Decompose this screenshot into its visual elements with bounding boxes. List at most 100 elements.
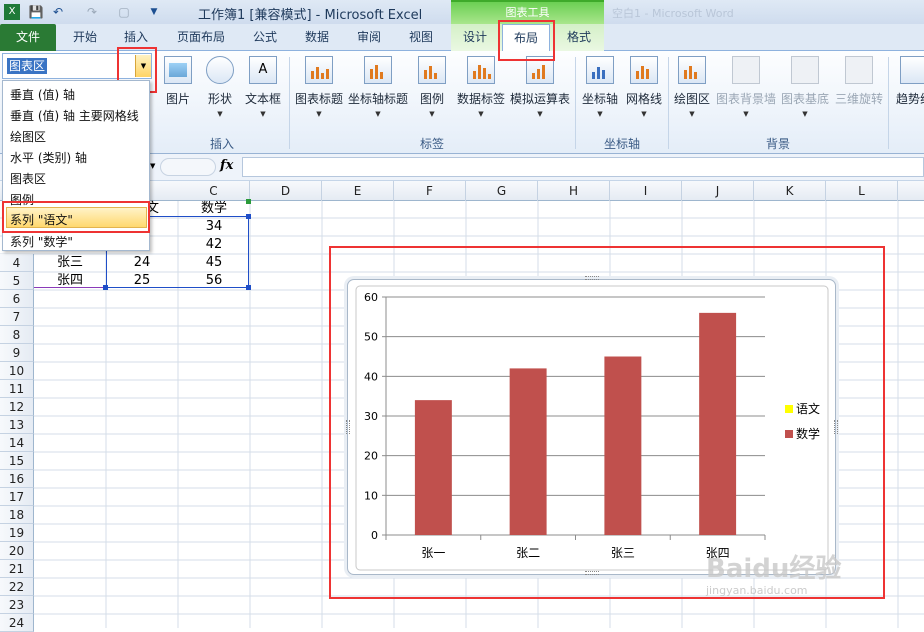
tab-page-layout[interactable]: 页面布局 [168, 24, 234, 51]
row-header-23[interactable]: 23 [0, 596, 34, 614]
row-header-16[interactable]: 16 [0, 470, 34, 488]
textbox-icon: A [249, 56, 277, 84]
plot-area-icon [678, 56, 706, 84]
chevron-down-icon: ▼ [260, 110, 266, 118]
textbox-button[interactable]: A 文本框 ▼ [242, 56, 284, 118]
gridlines-button[interactable]: 网格线 ▼ [624, 56, 664, 118]
axis-title-icon [364, 56, 392, 84]
row-header-11[interactable]: 11 [0, 380, 34, 398]
highlight-chart [329, 246, 885, 599]
menu-item-vertical-gridlines[interactable]: 垂直 (值) 轴 主要网格线 [10, 107, 139, 124]
3d-rotation-button[interactable]: 三维旋转 [834, 56, 884, 107]
row-header-8[interactable]: 8 [0, 326, 34, 344]
chevron-down-icon: ▼ [429, 110, 435, 118]
column-header-f[interactable]: F [394, 181, 466, 201]
clipboard-icon[interactable]: ▢ [116, 4, 132, 20]
namebox-dropdown-icon[interactable]: ▼ [150, 162, 155, 170]
shapes-icon [206, 56, 234, 84]
column-header-k[interactable]: K [754, 181, 826, 201]
function-icon[interactable]: fx [220, 158, 233, 173]
row-header-13[interactable]: 13 [0, 416, 34, 434]
data-labels-icon [467, 56, 495, 84]
column-header-l[interactable]: L [826, 181, 898, 201]
highlight-layout-tab [498, 20, 555, 61]
menu-item-chart-area[interactable]: 图表区 [10, 170, 46, 187]
row-header-9[interactable]: 9 [0, 344, 34, 362]
shapes-button[interactable]: 形状 ▼ [202, 56, 238, 118]
column-header-c[interactable]: C [178, 181, 250, 201]
group-divider [888, 57, 889, 149]
trendline-icon [900, 56, 924, 84]
save-icon[interactable]: 💾 [28, 4, 44, 20]
menu-item-vertical-axis[interactable]: 垂直 (值) 轴 [10, 86, 75, 103]
tab-review[interactable]: 审阅 [344, 24, 394, 51]
range-handle[interactable] [246, 285, 251, 290]
row-header-20[interactable]: 20 [0, 542, 34, 560]
row-header-6[interactable]: 6 [0, 290, 34, 308]
row-header-18[interactable]: 18 [0, 506, 34, 524]
undo-icon[interactable]: ↶ [50, 4, 66, 20]
chevron-down-icon: ▼ [597, 110, 603, 118]
axes-icon [586, 56, 614, 84]
picture-button[interactable]: 图片 [160, 56, 196, 107]
chart-floor-button[interactable]: 图表基底 ▼ [780, 56, 830, 118]
column-header-e[interactable]: E [322, 181, 394, 201]
tab-design[interactable]: 设计 [452, 24, 498, 51]
chevron-down-icon: ▼ [641, 110, 647, 118]
range-handle[interactable] [103, 285, 108, 290]
column-header-j[interactable]: J [682, 181, 754, 201]
range-handle[interactable] [246, 214, 251, 219]
group-background-label: 背景 [765, 137, 790, 151]
tab-format[interactable]: 格式 [556, 24, 602, 51]
chevron-down-icon: ▼ [217, 110, 223, 118]
data-table-button[interactable]: 模拟运算表 ▼ [510, 56, 570, 118]
tab-file[interactable]: 文件 [0, 24, 56, 51]
chevron-down-icon: ▼ [478, 110, 484, 118]
row-header-14[interactable]: 14 [0, 434, 34, 452]
row-header-17[interactable]: 17 [0, 488, 34, 506]
column-header-g[interactable]: G [466, 181, 538, 201]
menu-item-plot-area[interactable]: 绘图区 [10, 128, 46, 145]
row-header-15[interactable]: 15 [0, 452, 34, 470]
tab-formulas[interactable]: 公式 [240, 24, 290, 51]
row-header-10[interactable]: 10 [0, 362, 34, 380]
chevron-down-icon: ▼ [689, 110, 695, 118]
group-insert-label: 插入 [209, 137, 234, 151]
chart-title-button[interactable]: 图表标题 ▼ [294, 56, 344, 118]
tab-view[interactable]: 视图 [396, 24, 446, 51]
row-header-24[interactable]: 24 [0, 614, 34, 632]
tab-home[interactable]: 开始 [62, 24, 108, 51]
formula-input[interactable] [242, 157, 924, 177]
legend-button[interactable]: 图例 ▼ [414, 56, 450, 118]
data-labels-button[interactable]: 数据标签 ▼ [454, 56, 508, 118]
chevron-down-icon: ▼ [743, 110, 749, 118]
chart-floor-icon [791, 56, 819, 84]
menu-item-series-math[interactable]: 系列 "数学" [10, 233, 73, 250]
column-header-i[interactable]: I [610, 181, 682, 201]
column-header-d[interactable]: D [250, 181, 322, 201]
plot-area-button[interactable]: 绘图区 ▼ [672, 56, 712, 118]
cell-a4[interactable]: 张三 [34, 254, 106, 272]
row-header-7[interactable]: 7 [0, 308, 34, 326]
menu-item-horizontal-axis[interactable]: 水平 (类别) 轴 [10, 149, 87, 166]
redo-icon[interactable]: ↷ [84, 4, 100, 20]
customize-qat-icon[interactable]: ▼ [146, 4, 162, 20]
trendline-button[interactable]: 趋势线 [894, 56, 924, 107]
axes-button[interactable]: 坐标轴 ▼ [580, 56, 620, 118]
tab-data[interactable]: 数据 [292, 24, 342, 51]
window-title: 工作簿1 [兼容模式] - Microsoft Excel [198, 8, 423, 23]
row-header-21[interactable]: 21 [0, 560, 34, 578]
3d-rotation-icon [845, 56, 873, 84]
axis-title-button[interactable]: 坐标轴标题 ▼ [348, 56, 408, 118]
picture-icon [164, 56, 192, 84]
row-header-12[interactable]: 12 [0, 398, 34, 416]
chevron-down-icon: ▼ [316, 110, 322, 118]
row-header-19[interactable]: 19 [0, 524, 34, 542]
chart-wall-button[interactable]: 图表背景墙 ▼ [716, 56, 776, 118]
group-axes-label: 坐标轴 [603, 137, 640, 151]
row-header-22[interactable]: 22 [0, 578, 34, 596]
range-handle[interactable] [246, 199, 251, 204]
row-header-5[interactable]: 5 [0, 272, 34, 290]
column-header-h[interactable]: H [538, 181, 610, 201]
row-header-4[interactable]: 4 [0, 254, 34, 272]
